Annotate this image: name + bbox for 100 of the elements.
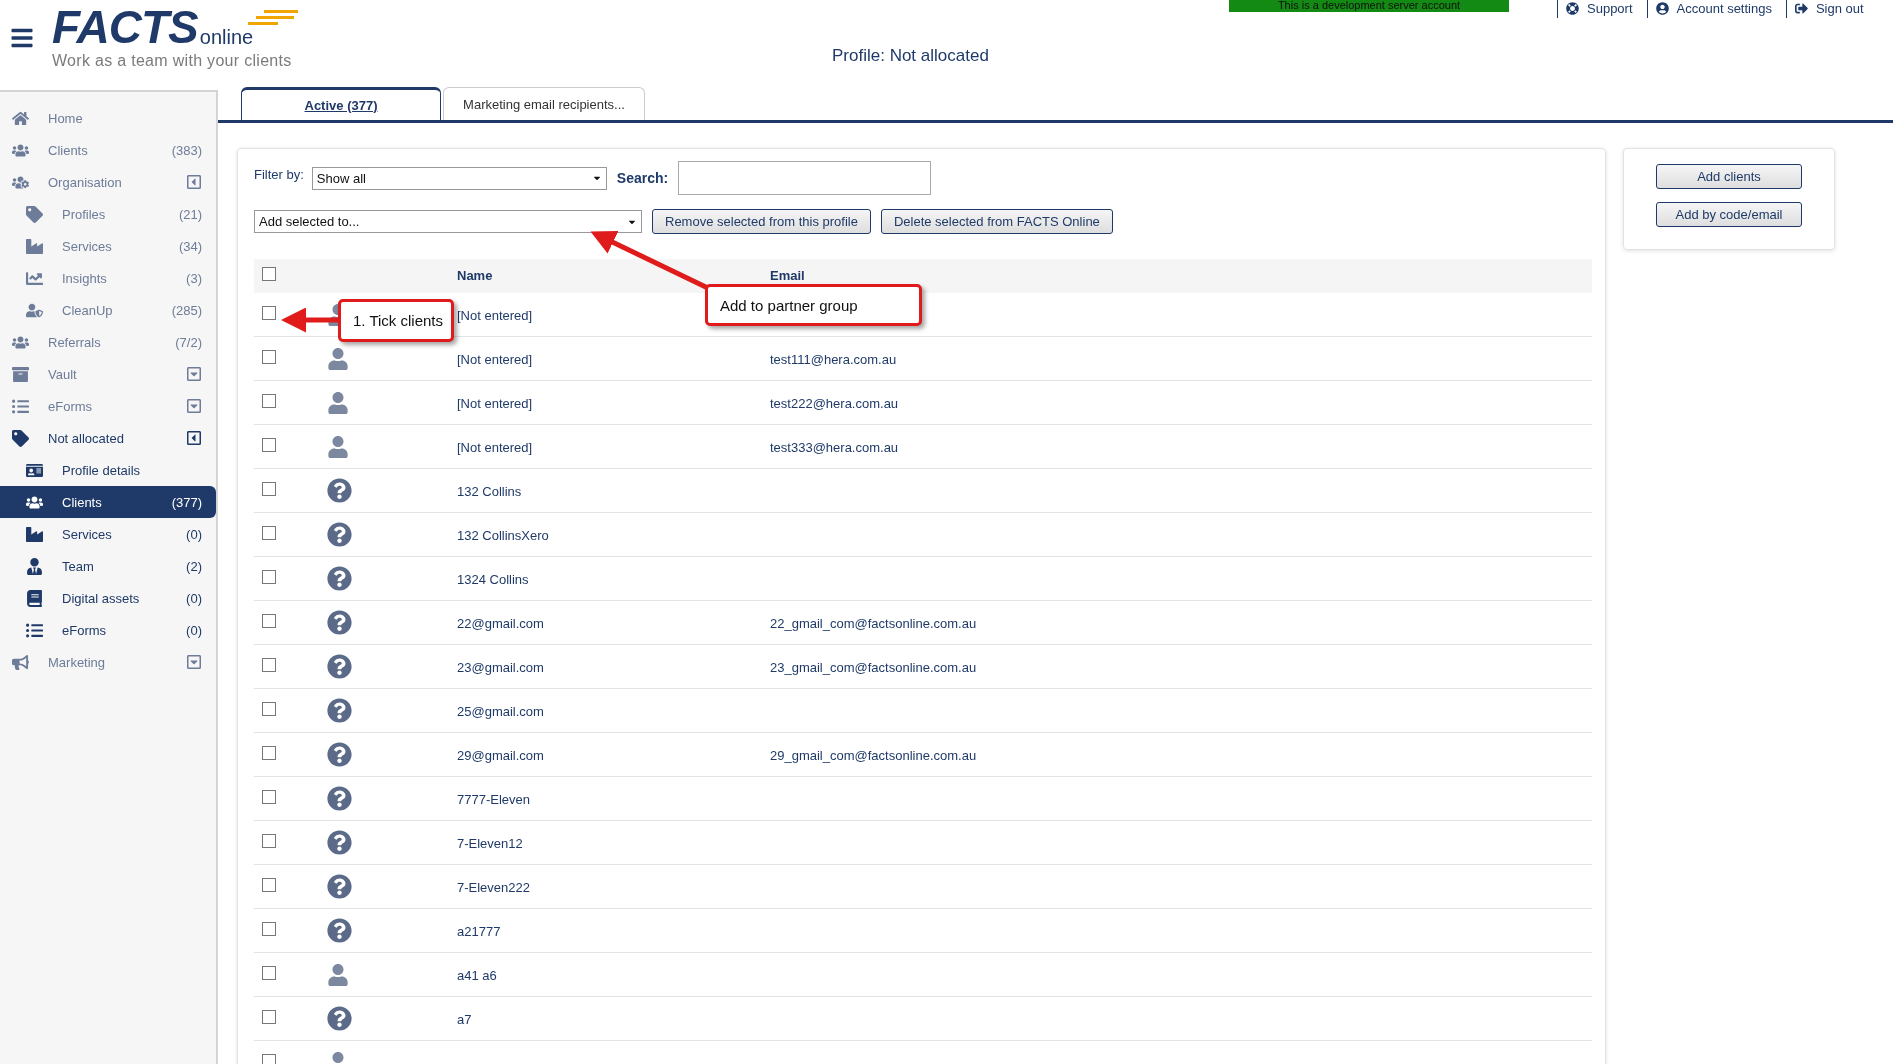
sidebar-item-icon [26,525,43,543]
header-link[interactable]: Sign out [1785,0,1878,18]
side-button[interactable]: Add by code/email [1656,202,1802,227]
action-button[interactable]: Remove selected from this profile [652,209,871,234]
question-icon [327,610,352,635]
sidebar-item-icon [12,429,29,447]
sidebar-item[interactable]: Clients (377) [0,486,216,518]
collapse-caret-icon[interactable] [186,430,202,446]
item-count: (34) [178,238,202,254]
row-checkbox[interactable] [262,745,276,760]
client-name: a21777 [457,923,501,939]
side-button[interactable]: Add clients [1656,164,1802,189]
client-email: test333@hera.com.au [770,439,899,455]
row-checkbox[interactable] [262,437,276,452]
row-checkbox[interactable] [262,1053,276,1064]
sidebar-item-icon [26,557,43,575]
sidebar-item[interactable]: Insights (3) [0,262,216,294]
sidebar-item[interactable]: CleanUp (285) [0,294,216,326]
sidebar-item[interactable]: Digital assets (0) [0,582,216,614]
row-checkbox[interactable] [262,833,276,848]
client-name: 22@gmail.com [457,615,544,631]
row-checkbox[interactable] [262,921,276,936]
tab[interactable]: Active (377) [241,87,441,120]
sidebar-label: Clients [48,142,89,158]
sidebar-item[interactable]: eForms [0,390,216,422]
question-icon [327,698,352,723]
question-icon [327,874,352,899]
question-icon [327,478,352,503]
sidebar-item-icon [12,653,29,671]
filter-label: Filter by: [254,166,304,182]
action-button[interactable]: Delete selected from FACTS Online [880,209,1113,234]
tab[interactable]: Marketing email recipients... [443,87,645,120]
sidebar-item[interactable]: Referrals (7/2) [0,326,216,358]
filter-dropdown[interactable]: Show all [311,166,607,190]
client-email: 23_gmail_com@factsonline.com.au [770,659,977,675]
row-checkbox[interactable] [262,613,276,628]
question-icon [327,1006,352,1031]
row-checkbox[interactable] [262,877,276,892]
question-icon [327,566,352,591]
callout: 1. Tick clients [338,299,454,342]
sidebar-item-icon [12,109,29,127]
person-icon [327,963,349,986]
person-icon [327,391,349,414]
sidebar-item-icon [26,461,43,479]
header-link[interactable]: Account settings [1646,0,1786,18]
item-count: (3) [186,270,202,286]
row-checkbox[interactable] [262,965,276,980]
row-checkbox[interactable] [262,657,276,672]
add-selected-dropdown[interactable]: Add selected to... [254,210,642,233]
sidebar-label: Services [62,238,113,254]
client-name: 132 Collins [457,483,522,499]
row-checkbox[interactable] [262,1009,276,1024]
sidebar-label: Organisation [48,174,123,190]
sidebar-item[interactable]: Organisation [0,166,216,198]
sidebar-item[interactable]: Services (0) [0,518,216,550]
row-checkbox[interactable] [262,349,276,364]
logo-stripes-icon [248,10,300,28]
sidebar-item[interactable]: Marketing [0,646,216,678]
expand-caret-icon[interactable] [186,366,202,382]
header-link[interactable]: Support [1557,0,1647,18]
sidebar-item[interactable]: Home [0,102,216,134]
sidebar-item[interactable]: Not allocated [0,422,216,454]
row-checkbox[interactable] [262,525,276,540]
row-checkbox[interactable] [262,481,276,496]
item-count: (0) [186,590,202,606]
row-checkbox[interactable] [262,701,276,716]
search-field[interactable] [678,161,932,195]
expand-caret-icon[interactable] [186,654,202,670]
client-name: [Not entered] [457,307,533,323]
menu-icon[interactable] [10,26,34,50]
row-checkbox[interactable] [262,393,276,408]
callout: Add to partner group [705,284,922,326]
select-all-checkbox[interactable] [262,266,276,281]
item-count: (0) [186,622,202,638]
sidebar-item[interactable]: Profile details [0,454,216,486]
sidebar-item[interactable]: eForms (0) [0,614,216,646]
sidebar-item[interactable]: Vault [0,358,216,390]
sidebar-label: Clients [62,494,103,510]
sidebar-label: Profiles [62,206,107,222]
row-checkbox[interactable] [262,305,276,320]
sidebar-label: Services [62,526,113,542]
client-name: 7777-Eleven [457,791,530,807]
sidebar-item[interactable]: Team (2) [0,550,216,582]
question-icon [327,742,352,767]
sidebar-item[interactable]: Profiles (21) [0,198,216,230]
sidebar-item-icon [26,237,43,255]
client-name: 1324 Collins [457,571,529,587]
sidebar-label: Home [48,110,84,126]
row-checkbox[interactable] [262,569,276,584]
header-link-icon [1794,1,1808,15]
expand-caret-icon[interactable] [186,398,202,414]
item-count: (7/2) [175,334,202,350]
client-email: test111@hera.com.au [770,351,897,367]
sidebar-item[interactable]: Services (34) [0,230,216,262]
logo-wordmark: FACTS [52,6,198,48]
row-checkbox[interactable] [262,789,276,804]
dev-server-banner: This is a development server account [1229,0,1509,12]
sidebar-item[interactable]: Clients (383) [0,134,216,166]
sidebar-label: eForms [62,622,108,638]
column-header: Name [457,268,494,283]
